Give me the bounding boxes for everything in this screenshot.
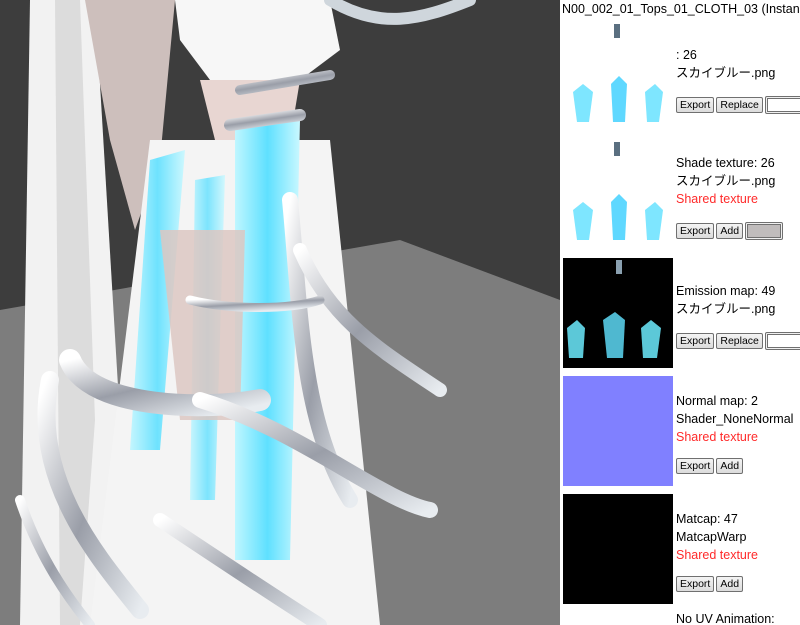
uv-animation-info: No UV Animation:	[676, 610, 775, 625]
normal-map-buttons: Export Add	[676, 458, 744, 474]
add-button[interactable]: Add	[716, 576, 744, 592]
matcap-file: MatcapWarp	[676, 530, 747, 544]
add-button[interactable]: Add	[716, 223, 744, 239]
color-swatch[interactable]	[764, 332, 800, 350]
normal-map-file: Shader_NoneNormal	[676, 412, 794, 426]
model-render	[0, 0, 560, 625]
uv-animation-label: No UV Animation:	[676, 612, 775, 625]
replace-button[interactable]: Replace	[716, 97, 763, 113]
shade-texture-label: Shade texture: 26	[676, 156, 775, 170]
export-button[interactable]: Export	[676, 223, 715, 239]
main-texture-label: : 26	[676, 48, 697, 62]
main-texture-info: : 26 スカイブルー.png	[676, 46, 775, 82]
main-texture-buttons: Export Replace	[676, 96, 800, 114]
shade-texture-thumbnail	[563, 140, 673, 250]
emission-map-file: スカイブルー.png	[676, 302, 776, 316]
color-swatch[interactable]	[745, 222, 784, 240]
matcap-thumbnail	[563, 494, 673, 604]
shared-texture-note: Shared texture	[676, 430, 758, 444]
replace-button[interactable]: Replace	[716, 333, 763, 349]
normal-map-label: Normal map: 2	[676, 394, 758, 408]
add-button[interactable]: Add	[716, 458, 744, 474]
shared-texture-note: Shared texture	[676, 192, 758, 206]
matcap-buttons: Export Add	[676, 576, 744, 592]
emission-map-buttons: Export Replace	[676, 332, 800, 350]
normal-map-info: Normal map: 2 Shader_NoneNormal Shared t…	[676, 392, 793, 446]
shade-texture-buttons: Export Add	[676, 222, 784, 240]
export-button[interactable]: Export	[676, 458, 715, 474]
emission-map-info: Emission map: 49 スカイブルー.png	[676, 282, 775, 318]
shade-texture-info: Shade texture: 26 スカイブルー.png Shared text…	[676, 154, 775, 208]
emission-map-thumbnail	[563, 258, 673, 368]
emission-map-label: Emission map: 49	[676, 284, 776, 298]
main-texture-thumbnail	[563, 22, 673, 132]
material-inspector-panel: N00_002_01_Tops_01_CLOTH_03 (Instance) :…	[560, 0, 800, 625]
main-texture-file: スカイブルー.png	[676, 66, 776, 80]
normal-map-thumbnail	[563, 376, 673, 486]
matcap-label: Matcap: 47	[676, 512, 738, 526]
color-swatch[interactable]	[764, 96, 800, 114]
material-title: N00_002_01_Tops_01_CLOTH_03 (Instance)	[562, 2, 800, 16]
export-button[interactable]: Export	[676, 97, 715, 113]
export-button[interactable]: Export	[676, 333, 715, 349]
export-button[interactable]: Export	[676, 576, 715, 592]
shared-texture-note: Shared texture	[676, 548, 758, 562]
matcap-info: Matcap: 47 MatcapWarp Shared texture	[676, 510, 758, 564]
3d-viewport[interactable]	[0, 0, 560, 625]
shade-texture-file: スカイブルー.png	[676, 174, 776, 188]
